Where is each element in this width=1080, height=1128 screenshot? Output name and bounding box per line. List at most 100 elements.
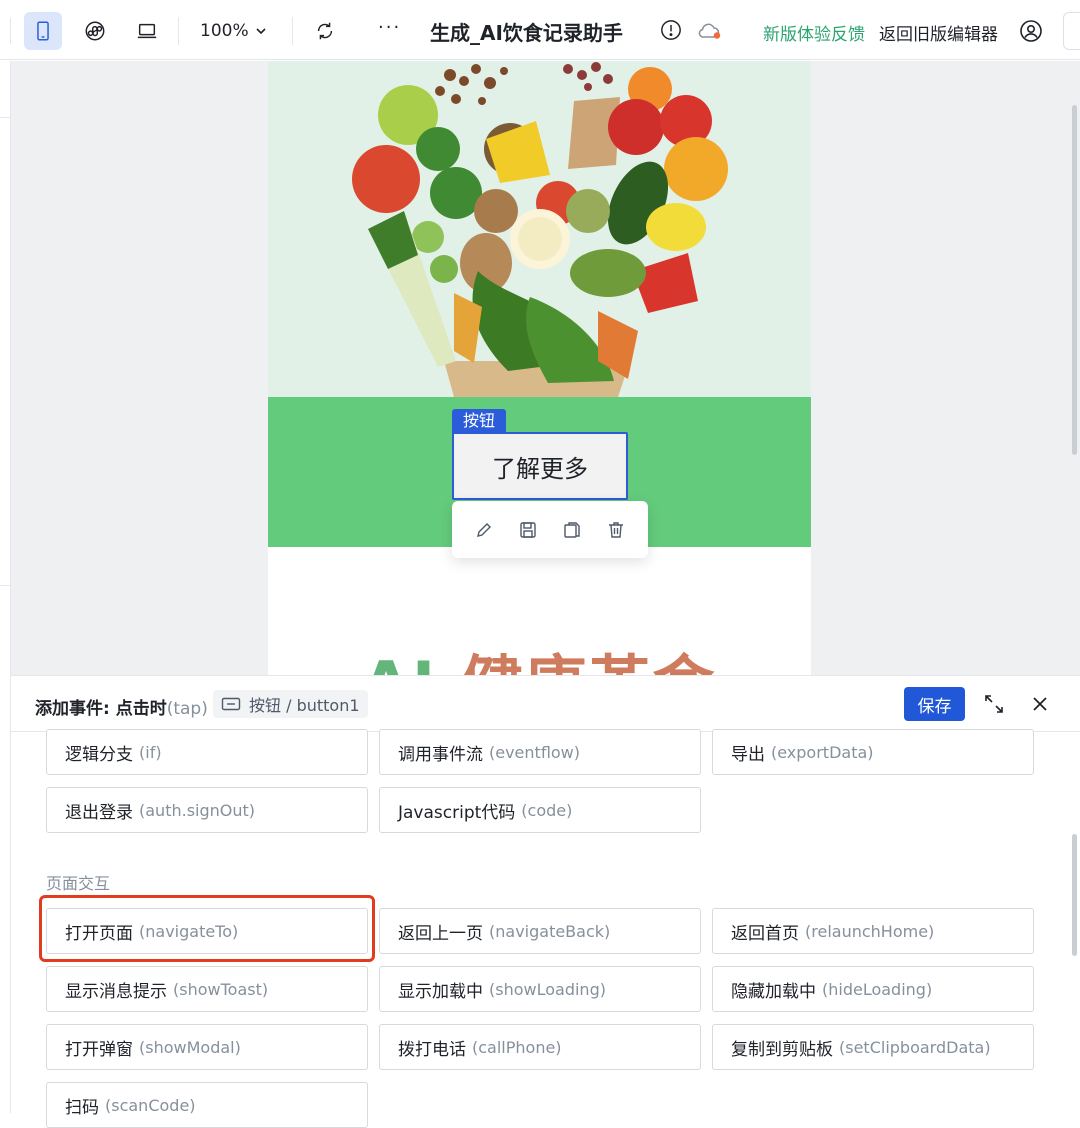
action-scan-code[interactable]: 扫码 (scanCode) bbox=[46, 1082, 368, 1128]
action-api: (code) bbox=[521, 800, 573, 820]
action-label: 打开页面 bbox=[65, 923, 133, 944]
miniprogram-view-button[interactable] bbox=[76, 12, 114, 50]
action-api: (auth.signOut) bbox=[139, 800, 256, 820]
action-show-loading[interactable]: 显示加载中 (showLoading) bbox=[379, 966, 701, 1012]
action-api: (relaunchHome) bbox=[805, 921, 935, 941]
expand-icon[interactable] bbox=[983, 693, 1005, 715]
publish-button[interactable] bbox=[1063, 12, 1080, 50]
action-label: 复制到剪贴板 bbox=[731, 1039, 833, 1060]
action-api: (callPhone) bbox=[472, 1037, 562, 1057]
toolbar-divider bbox=[10, 18, 11, 44]
action-label: 退出登录 bbox=[65, 802, 133, 823]
panel-header: 添加事件: 点击时(tap) 按钮 / button1 保存 bbox=[11, 676, 1080, 732]
action-label: 返回上一页 bbox=[398, 923, 483, 944]
toolbar-divider bbox=[178, 17, 179, 45]
action-label: 显示消息提示 bbox=[65, 981, 167, 1002]
refresh-icon bbox=[317, 22, 333, 40]
close-icon[interactable] bbox=[1030, 694, 1050, 714]
action-show-toast[interactable]: 显示消息提示 (showToast) bbox=[46, 966, 368, 1012]
action-call-phone[interactable]: 拨打电话 (callPhone) bbox=[379, 1024, 701, 1070]
old-editor-link[interactable]: 返回旧版编辑器 bbox=[879, 20, 998, 45]
left-panel-strip bbox=[0, 61, 11, 1113]
toolbar-divider bbox=[292, 17, 293, 45]
action-label: Javascript代码 bbox=[398, 802, 516, 823]
component-name: 按钮 / button1 bbox=[249, 696, 360, 715]
action-eventflow[interactable]: 调用事件流 (eventflow) bbox=[379, 729, 701, 775]
action-navigate-back[interactable]: 返回上一页 (navigateBack) bbox=[379, 908, 701, 954]
save-component-button[interactable] bbox=[514, 516, 542, 544]
action-api: (showLoading) bbox=[489, 979, 606, 999]
refresh-button[interactable] bbox=[306, 12, 344, 50]
button-component-icon bbox=[221, 697, 241, 711]
action-label: 拨打电话 bbox=[398, 1039, 466, 1060]
add-event-panel: 添加事件: 点击时(tap) 按钮 / button1 保存 逻辑分支 (if) … bbox=[11, 675, 1080, 1128]
action-label: 隐藏加载中 bbox=[731, 981, 816, 1002]
action-api: (showModal) bbox=[139, 1037, 241, 1057]
action-api: (exportData) bbox=[771, 742, 874, 762]
laptop-icon bbox=[137, 23, 157, 39]
panel-scrollbar[interactable] bbox=[1072, 834, 1077, 956]
delete-icon bbox=[609, 521, 623, 538]
chevron-down-icon bbox=[256, 28, 266, 35]
phone-preview: AI 健康革命 bbox=[268, 61, 811, 675]
cloud-icon[interactable] bbox=[697, 20, 723, 42]
action-hide-loading[interactable]: 隐藏加载中 (hideLoading) bbox=[712, 966, 1034, 1012]
mobile-icon bbox=[37, 21, 49, 41]
action-api: (if) bbox=[139, 742, 162, 762]
action-export-data[interactable]: 导出 (exportData) bbox=[712, 729, 1034, 775]
action-label: 调用事件流 bbox=[398, 744, 483, 765]
action-api: (navigateBack) bbox=[489, 921, 611, 941]
action-code[interactable]: Javascript代码 (code) bbox=[379, 787, 701, 833]
action-set-clipboard[interactable]: 复制到剪贴板 (setClipboardData) bbox=[712, 1024, 1034, 1070]
app-title: 生成_AI饮食记录助手 bbox=[430, 21, 623, 45]
action-label: 打开弹窗 bbox=[65, 1039, 133, 1060]
action-label: 返回首页 bbox=[731, 923, 799, 944]
action-api: (setClipboardData) bbox=[839, 1037, 991, 1057]
action-label: 导出 bbox=[731, 744, 765, 765]
more-button[interactable]: ··· bbox=[378, 17, 401, 38]
component-tag: 按钮 bbox=[452, 409, 507, 433]
component-chip: 按钮 / button1 bbox=[213, 690, 368, 718]
headline-ai: AI bbox=[362, 648, 461, 675]
action-label: 扫码 bbox=[65, 1097, 99, 1118]
wechat-miniprogram-icon bbox=[85, 21, 105, 41]
edit-button[interactable] bbox=[470, 516, 498, 544]
panel-title: 添加事件: 点击时(tap) bbox=[35, 694, 208, 719]
action-label: 显示加载中 bbox=[398, 981, 483, 1002]
user-icon[interactable] bbox=[1019, 19, 1043, 43]
event-title: 添加事件: 点击时 bbox=[35, 699, 167, 719]
component-action-toolbar bbox=[452, 501, 648, 558]
headline: AI 健康革命 bbox=[362, 634, 717, 675]
action-sign-out[interactable]: 退出登录 (auth.signOut) bbox=[46, 787, 368, 833]
action-label: 逻辑分支 bbox=[65, 744, 133, 765]
action-api: (hideLoading) bbox=[822, 979, 933, 999]
zoom-value: 100% bbox=[200, 21, 249, 41]
canvas-scrollbar[interactable] bbox=[1072, 105, 1077, 455]
action-api: (showToast) bbox=[173, 979, 269, 999]
action-if[interactable]: 逻辑分支 (if) bbox=[46, 729, 368, 775]
top-toolbar: 100% ··· 生成_AI饮食记录助手 新版体验反馈 返回旧版编辑器 bbox=[0, 0, 1080, 60]
action-navigate-to[interactable]: 打开页面 (navigateTo) bbox=[46, 908, 368, 954]
action-api: (navigateTo) bbox=[139, 921, 239, 941]
info-icon[interactable] bbox=[660, 19, 682, 41]
event-trigger: (tap) bbox=[166, 699, 208, 719]
delete-button[interactable] bbox=[602, 516, 630, 544]
zoom-select[interactable]: 100% bbox=[200, 18, 267, 44]
action-api: (eventflow) bbox=[489, 742, 581, 762]
action-show-modal[interactable]: 打开弹窗 (showModal) bbox=[46, 1024, 368, 1070]
copy-button[interactable] bbox=[558, 516, 586, 544]
copy-icon bbox=[564, 521, 580, 538]
section-page-interaction: 页面交互 bbox=[46, 874, 111, 893]
save-button[interactable]: 保存 bbox=[904, 687, 965, 721]
edit-icon bbox=[477, 522, 491, 537]
action-relaunch-home[interactable]: 返回首页 (relaunchHome) bbox=[712, 908, 1034, 954]
mobile-view-button[interactable] bbox=[24, 12, 62, 50]
action-api: (scanCode) bbox=[105, 1095, 196, 1115]
headline-health: 健康革命 bbox=[461, 648, 717, 675]
feedback-link[interactable]: 新版体验反馈 bbox=[763, 20, 865, 45]
vegetables-illustration bbox=[352, 62, 728, 397]
hero-image bbox=[268, 61, 811, 397]
save-icon bbox=[520, 521, 536, 538]
learn-more-button[interactable]: 了解更多 bbox=[452, 432, 628, 500]
desktop-view-button[interactable] bbox=[128, 12, 166, 50]
